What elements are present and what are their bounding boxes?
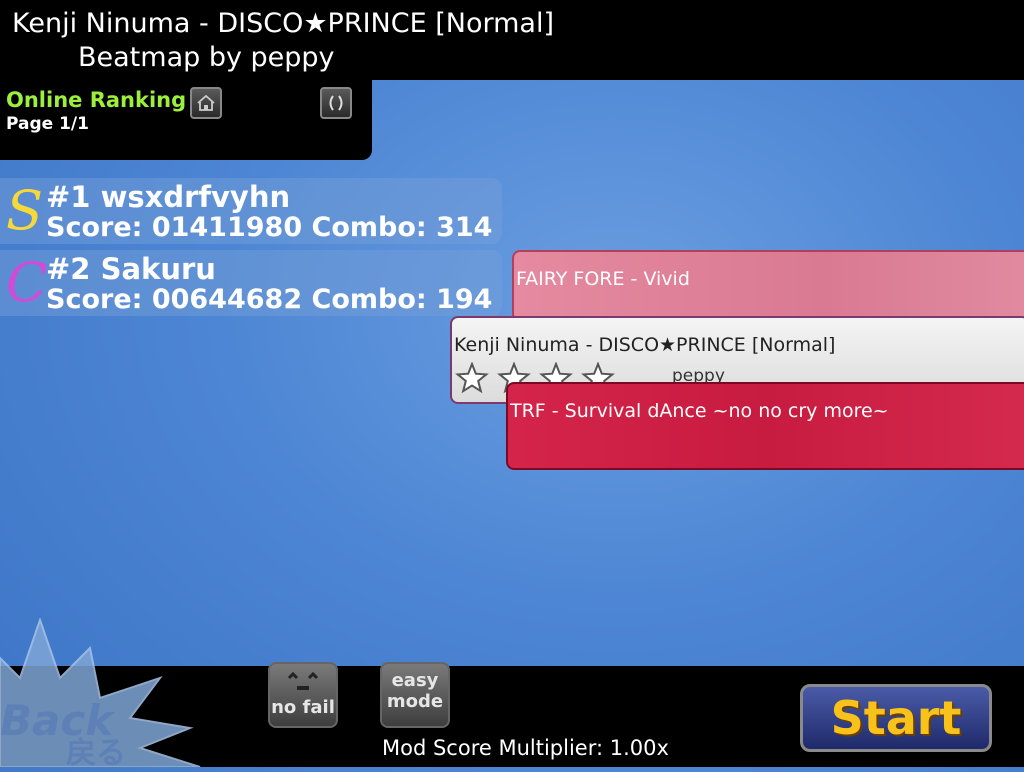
- beatmap-author: Beatmap by peppy: [78, 42, 335, 73]
- score-combo: Score: 00644682 Combo: 194: [46, 284, 493, 315]
- score-entry[interactable]: S #1 wsxdrfvyhn Score: 01411980 Combo: 3…: [0, 178, 502, 244]
- ranking-title: Online Ranking: [6, 88, 187, 112]
- grade-c-icon: C: [6, 251, 48, 314]
- back-jp-label: 戻る: [66, 736, 126, 771]
- ranking-page: Page 1/1: [6, 114, 89, 134]
- start-label: Start: [830, 691, 962, 745]
- mod-score-multiplier: Mod Score Multiplier: 1.00x: [382, 736, 669, 760]
- easy-mode-button[interactable]: easy mode: [380, 662, 450, 728]
- home-button[interactable]: [190, 87, 222, 119]
- song-header: Kenji Ninuma - DISCO★PRINCE [Normal] Bea…: [0, 0, 1024, 80]
- song-card-title: FAIRY FORE - Vivid: [516, 268, 690, 290]
- grade-s-icon: S: [6, 179, 43, 242]
- mode-label: mode: [386, 691, 444, 712]
- refresh-icon: [329, 95, 343, 111]
- song-card[interactable]: FAIRY FORE - Vivid: [512, 250, 1024, 322]
- song-card[interactable]: TRF - Survival dAnce ~no no cry more~: [506, 382, 1024, 470]
- song-card-title: TRF - Survival dAnce ~no no cry more~: [510, 400, 889, 422]
- easy-label: easy: [391, 670, 439, 691]
- no-fail-label: no fail: [271, 697, 335, 718]
- song-card-title: Kenji Ninuma - DISCO★PRINCE [Normal]: [454, 334, 836, 356]
- back-button[interactable]: Back 戻る: [0, 618, 210, 771]
- score-rank-name: #1 wsxdrfvyhn: [46, 180, 291, 214]
- song-title: Kenji Ninuma - DISCO★PRINCE [Normal]: [12, 8, 555, 39]
- star-icon: [455, 362, 489, 394]
- score-entry[interactable]: C #2 Sakuru Score: 00644682 Combo: 194: [0, 250, 502, 316]
- house-icon: [197, 94, 215, 111]
- ranking-panel: Online Ranking Page 1/1: [0, 78, 372, 160]
- face-icon: [287, 671, 319, 690]
- start-button[interactable]: Start: [800, 684, 992, 752]
- score-combo: Score: 01411980 Combo: 314: [46, 212, 493, 243]
- no-fail-button[interactable]: no fail: [268, 662, 338, 728]
- refresh-button[interactable]: [320, 87, 352, 119]
- score-rank-name: #2 Sakuru: [46, 252, 216, 286]
